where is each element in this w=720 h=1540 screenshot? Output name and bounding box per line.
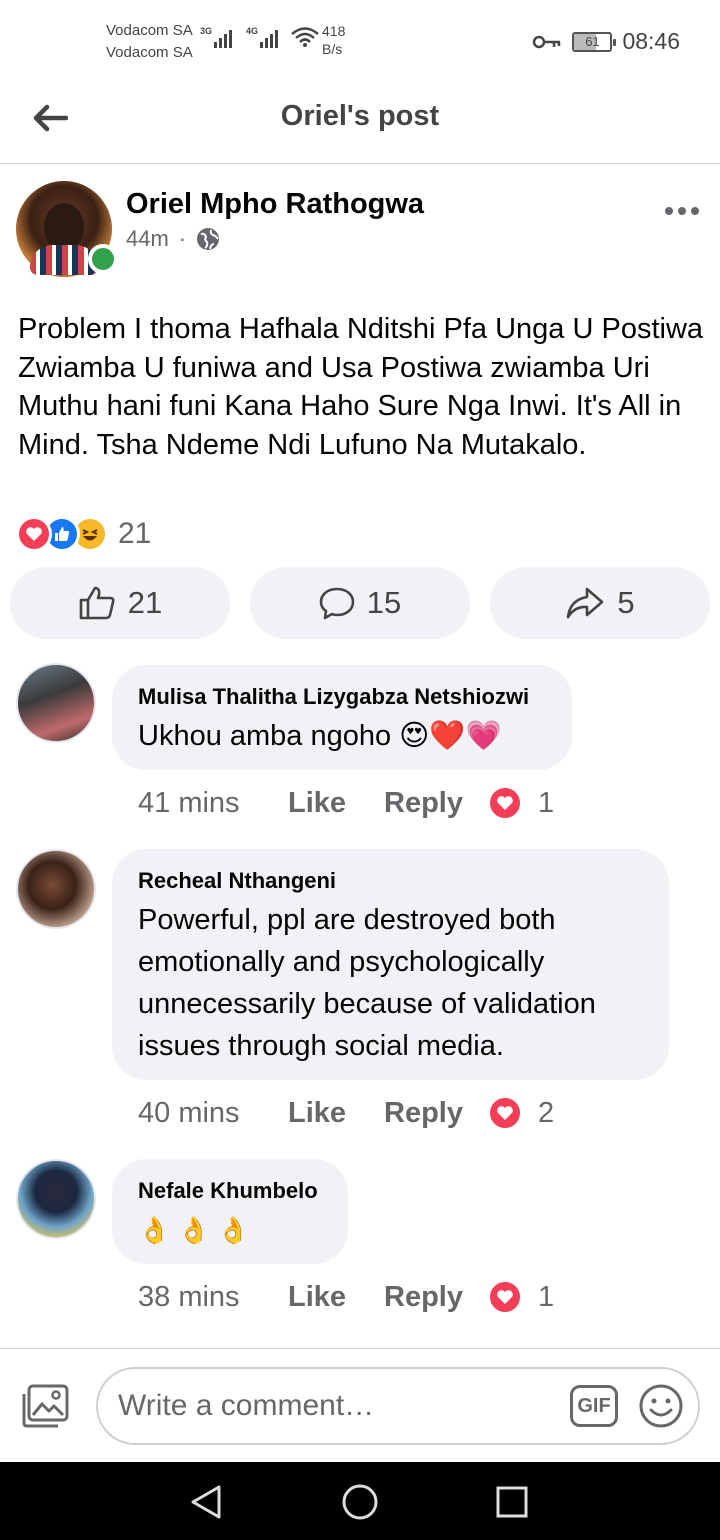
- reactions-summary[interactable]: 21: [16, 516, 151, 552]
- circle-home-icon: [342, 1484, 378, 1520]
- commenter-name[interactable]: Nefale Khumbelo: [138, 1177, 322, 1205]
- comment-meta: 38 mins Like Reply 1: [138, 1280, 554, 1314]
- post-text: Problem I thoma Hafhala Nditshi Pfa Unga…: [18, 313, 704, 461]
- globe-icon: [197, 228, 220, 250]
- comment-reaction-count: 2: [538, 1096, 555, 1129]
- comment-time: 38 mins: [138, 1280, 240, 1313]
- comment-composer: GIF: [0, 1348, 720, 1462]
- nav-back-button[interactable]: [184, 1480, 228, 1524]
- comment-like-button[interactable]: Like: [288, 1097, 384, 1130]
- photo-gallery-icon: [22, 1384, 69, 1428]
- page-title: Oriel's post: [280, 100, 440, 132]
- post-meta: 44m ·: [126, 226, 220, 252]
- comment-text: Ukhou amba ngoho 😍❤️💗: [138, 720, 502, 752]
- comment-button[interactable]: 15: [250, 567, 470, 639]
- comment-bubble[interactable]: Mulisa Thalitha Lizygabza Netshiozwi Ukh…: [112, 665, 572, 770]
- comment-meta: 40 mins Like Reply 2: [138, 1096, 554, 1130]
- clock: 08:46: [622, 28, 680, 54]
- comment-reply-button[interactable]: Reply: [384, 1097, 488, 1130]
- share-arrow-icon: [567, 587, 604, 619]
- system-nav-bar: [0, 1462, 720, 1540]
- speed-value: 418: [322, 23, 346, 39]
- status-bar: Vodacom SA Vodacom SA 3G 4G 418 B/s 61 0…: [0, 0, 720, 82]
- carrier-2: Vodacom SA: [106, 44, 193, 61]
- love-reaction-icon: [16, 516, 52, 552]
- network-speed: 418 B/s: [322, 22, 345, 58]
- like-count: 21: [127, 585, 163, 620]
- photo-button[interactable]: [20, 1383, 70, 1429]
- comment-text: Powerful, ppl are destroyed both emotion…: [138, 904, 596, 1062]
- comment-icon: [319, 587, 355, 620]
- comment-time: 41 mins: [138, 786, 240, 819]
- comment-time: 40 mins: [138, 1096, 240, 1129]
- comment-count: 15: [366, 585, 402, 620]
- reaction-count: 21: [118, 517, 152, 550]
- thumbs-up-icon: [79, 586, 115, 620]
- comment-reaction-count: 1: [538, 1280, 555, 1313]
- key-icon: [533, 35, 561, 48]
- commenter-avatar[interactable]: [16, 849, 96, 929]
- smiley-icon: [639, 1384, 683, 1428]
- heart-icon: [488, 786, 522, 820]
- carrier-1: Vodacom SA: [106, 22, 193, 39]
- comment-input-wrapper: GIF: [96, 1367, 700, 1445]
- online-status-dot: [88, 244, 118, 274]
- like-button[interactable]: 21: [10, 567, 230, 639]
- commenter-name[interactable]: Recheal Nthangeni: [138, 867, 643, 895]
- carrier-names: Vodacom SA Vodacom SA: [106, 20, 193, 64]
- author-name[interactable]: Oriel Mpho Rathogwa: [126, 188, 424, 221]
- comment-bubble[interactable]: Nefale Khumbelo 👌 👌 👌: [112, 1159, 348, 1264]
- wifi-icon: [291, 27, 319, 47]
- comment-reply-button[interactable]: Reply: [384, 1281, 488, 1314]
- status-right: 61 08:46: [532, 28, 680, 55]
- comment-like-button[interactable]: Like: [288, 1281, 384, 1314]
- nav-recents-button[interactable]: [490, 1480, 534, 1524]
- more-options-button[interactable]: [660, 196, 704, 226]
- share-count: 5: [617, 585, 635, 620]
- signal-indicators: 3G 4G: [200, 26, 320, 48]
- network-type-2: 4G: [246, 26, 259, 36]
- signal-bars-2-icon: [260, 26, 279, 48]
- battery-level: 61: [585, 33, 600, 49]
- meta-separator: ·: [178, 226, 187, 251]
- square-recents-icon: [496, 1486, 528, 1518]
- comment-bubble[interactable]: Recheal Nthangeni Powerful, ppl are dest…: [112, 849, 669, 1080]
- emoji-button[interactable]: [638, 1383, 684, 1429]
- avatar-face: [44, 203, 84, 251]
- comment-input[interactable]: [118, 1381, 558, 1431]
- nav-home-button[interactable]: [338, 1480, 382, 1524]
- share-button[interactable]: 5: [490, 567, 710, 639]
- network-type-1: 3G: [200, 26, 213, 36]
- triangle-back-icon: [191, 1485, 221, 1519]
- commenter-name[interactable]: Mulisa Thalitha Lizygabza Netshiozwi: [138, 683, 546, 711]
- comment-text: 👌 👌 👌: [138, 1215, 250, 1245]
- comment-like-button[interactable]: Like: [288, 787, 384, 820]
- comment-reply-button[interactable]: Reply: [384, 787, 488, 820]
- speed-unit: B/s: [322, 41, 343, 57]
- gif-button[interactable]: GIF: [570, 1385, 618, 1427]
- heart-icon: [488, 1280, 522, 1314]
- comment-reaction-count: 1: [538, 786, 555, 819]
- post-actions: 21 15 5: [10, 567, 710, 639]
- comment-meta: 41 mins Like Reply 1: [138, 786, 554, 820]
- post-time[interactable]: 44m: [126, 226, 169, 252]
- commenter-avatar[interactable]: [16, 663, 96, 743]
- signal-bars-1-icon: [214, 26, 233, 48]
- battery-icon: 61: [572, 31, 617, 52]
- post-header: Oriel's post: [0, 82, 720, 164]
- commenter-avatar[interactable]: [16, 1159, 96, 1239]
- heart-icon: [488, 1096, 522, 1130]
